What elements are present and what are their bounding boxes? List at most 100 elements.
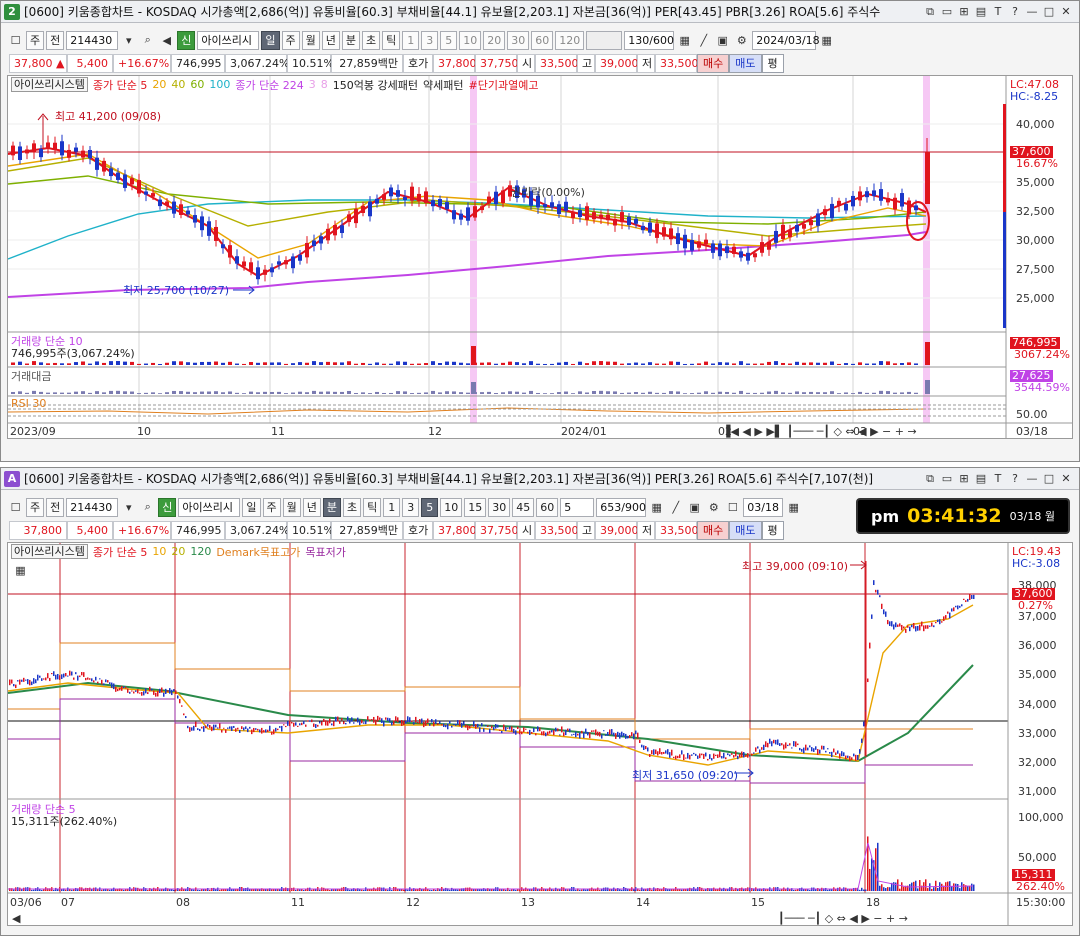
period-month[interactable]: 월 [282, 497, 301, 517]
pin-icon[interactable]: ⊞ [957, 472, 971, 486]
interval-30[interactable]: 30 [507, 30, 530, 50]
maximize-icon[interactable]: □ [1042, 5, 1056, 19]
period-tick[interactable]: 틱 [363, 497, 382, 517]
minimize-icon[interactable]: — [1025, 5, 1039, 19]
help-icon[interactable]: ? [1008, 5, 1022, 19]
settings-gear-icon[interactable]: ⚙ [705, 498, 722, 517]
period-month[interactable]: 월 [301, 30, 320, 50]
link-icon[interactable]: ⧉ [923, 472, 937, 486]
scroll-controls[interactable]: ▐◀ ◀ ▶ ▶▌ ┃─── ─┃ ◇ ⇔ ◀ ▶ − + → [722, 425, 917, 438]
sell-button[interactable]: 매도 [729, 520, 762, 540]
interval-select[interactable]: 5 [560, 497, 595, 517]
date-checkbox-icon[interactable]: ☐ [724, 498, 741, 517]
minimize-icon[interactable]: — [1025, 472, 1039, 486]
indicator-name[interactable]: 아이쓰리시 [178, 497, 241, 517]
stock-code-input[interactable]: 214430 [66, 497, 119, 517]
draw-icon[interactable]: ╱ [695, 31, 712, 50]
period-second[interactable]: 초 [343, 497, 362, 517]
period-minute[interactable]: 분 [341, 30, 360, 50]
evaluate-button[interactable]: 평 [761, 520, 784, 540]
maximize-icon[interactable]: □ [1042, 472, 1056, 486]
daily-price-chart[interactable]: 아이쓰리시스템 종가 단순 5 20 40 60 100 종가 단순 224 3… [7, 75, 1073, 439]
interval-60[interactable]: 60 [531, 30, 554, 50]
interval-20[interactable]: 20 [483, 30, 506, 50]
close-icon[interactable]: ✕ [1059, 5, 1073, 19]
calendar-icon[interactable]: ▦ [818, 31, 835, 50]
calendar-icon[interactable]: ▦ [785, 498, 802, 517]
new-button[interactable]: 신 [177, 30, 196, 50]
print-icon[interactable]: ▣ [714, 31, 731, 50]
count-input[interactable]: 653/900 [596, 497, 647, 517]
interval-1[interactable]: 1 [402, 30, 420, 50]
draw-icon[interactable]: ╱ [667, 498, 684, 517]
minute-price-chart[interactable]: 아이쓰리시스템 종가 단순 5 10 20 120 Demark목표고가 목표저… [7, 542, 1073, 926]
stock-code-input[interactable]: 214430 [66, 30, 119, 50]
stock-type-select[interactable]: 주 [26, 30, 45, 50]
period-day[interactable]: 일 [261, 30, 280, 50]
scroll-controls-right[interactable]: ┃─── ─┃ ◇ ⇔ ◀ ▶ − + → [778, 912, 908, 925]
minimize-small-icon[interactable]: ▭ [940, 5, 954, 19]
font-icon[interactable]: T [991, 472, 1005, 486]
period-week[interactable]: 주 [281, 30, 300, 50]
link-icon[interactable]: ⧉ [923, 5, 937, 19]
chart-type-icon[interactable]: ▦ [648, 498, 665, 517]
search-icon[interactable]: ⌕ [139, 498, 156, 517]
interval-select[interactable] [586, 30, 623, 50]
minimize-small-icon[interactable]: ▭ [940, 472, 954, 486]
interval-3[interactable]: 3 [421, 30, 439, 50]
checkbox-icon[interactable]: ☐ [7, 31, 24, 50]
buy-button[interactable]: 매수 [697, 53, 730, 73]
period-second[interactable]: 초 [362, 30, 381, 50]
interval-1[interactable]: 1 [383, 497, 401, 517]
prev-button[interactable]: 전 [46, 497, 65, 517]
chart-type-icon[interactable]: ▦ [676, 31, 693, 50]
interval-120[interactable]: 120 [555, 30, 585, 50]
date-input[interactable]: 03/18 [743, 497, 784, 517]
period-day[interactable]: 일 [242, 497, 261, 517]
period-year[interactable]: 년 [302, 497, 321, 517]
search-icon[interactable]: ⌕ [139, 31, 156, 50]
evaluate-button[interactable]: 평 [761, 53, 784, 73]
prev-button[interactable]: 전 [46, 30, 65, 50]
checkbox-icon[interactable]: ☐ [7, 498, 24, 517]
interval-30[interactable]: 30 [488, 497, 511, 517]
minute-candle [387, 717, 389, 721]
interval-5[interactable]: 5 [440, 30, 458, 50]
daily-candle [697, 234, 701, 252]
system-label[interactable]: 아이쓰리시스템 [11, 77, 88, 92]
interval-5[interactable]: 5 [421, 497, 439, 517]
print-icon[interactable]: ▣ [686, 498, 703, 517]
scroll-controls[interactable]: ◀ [12, 912, 20, 925]
indicator-name[interactable]: 아이쓰리시 [197, 30, 260, 50]
pin-icon[interactable]: ⊞ [957, 5, 971, 19]
system-label[interactable]: 아이쓰리시스템 [11, 544, 88, 559]
period-year[interactable]: 년 [321, 30, 340, 50]
font-icon[interactable]: T [991, 5, 1005, 19]
settings-gear-icon[interactable]: ⚙ [733, 31, 750, 50]
period-minute[interactable]: 분 [322, 497, 341, 517]
stock-type-select[interactable]: 주 [26, 497, 45, 517]
interval-10[interactable]: 10 [459, 30, 482, 50]
table-icon[interactable]: ▦ [12, 561, 29, 580]
dropdown-icon[interactable]: ▾ [120, 31, 137, 50]
help-icon[interactable]: ? [1008, 472, 1022, 486]
minute-candle [105, 679, 107, 683]
date-input[interactable]: 2024/03/18 [752, 30, 820, 50]
buy-button[interactable]: 매수 [697, 520, 730, 540]
minute-candle [831, 751, 833, 758]
period-week[interactable]: 주 [262, 497, 281, 517]
interval-60[interactable]: 60 [536, 497, 559, 517]
new-button[interactable]: 신 [158, 497, 177, 517]
dropdown-icon[interactable]: ▾ [120, 498, 137, 517]
interval-45[interactable]: 45 [512, 497, 535, 517]
speaker-icon[interactable]: ◀ [158, 31, 175, 50]
interval-10[interactable]: 10 [440, 497, 463, 517]
count-input[interactable]: 130/600 [624, 30, 675, 50]
interval-3[interactable]: 3 [402, 497, 420, 517]
save-icon[interactable]: ▤ [974, 5, 988, 19]
save-icon[interactable]: ▤ [974, 472, 988, 486]
close-icon[interactable]: ✕ [1059, 472, 1073, 486]
interval-15[interactable]: 15 [464, 497, 487, 517]
sell-button[interactable]: 매도 [729, 53, 762, 73]
period-tick[interactable]: 틱 [382, 30, 401, 50]
